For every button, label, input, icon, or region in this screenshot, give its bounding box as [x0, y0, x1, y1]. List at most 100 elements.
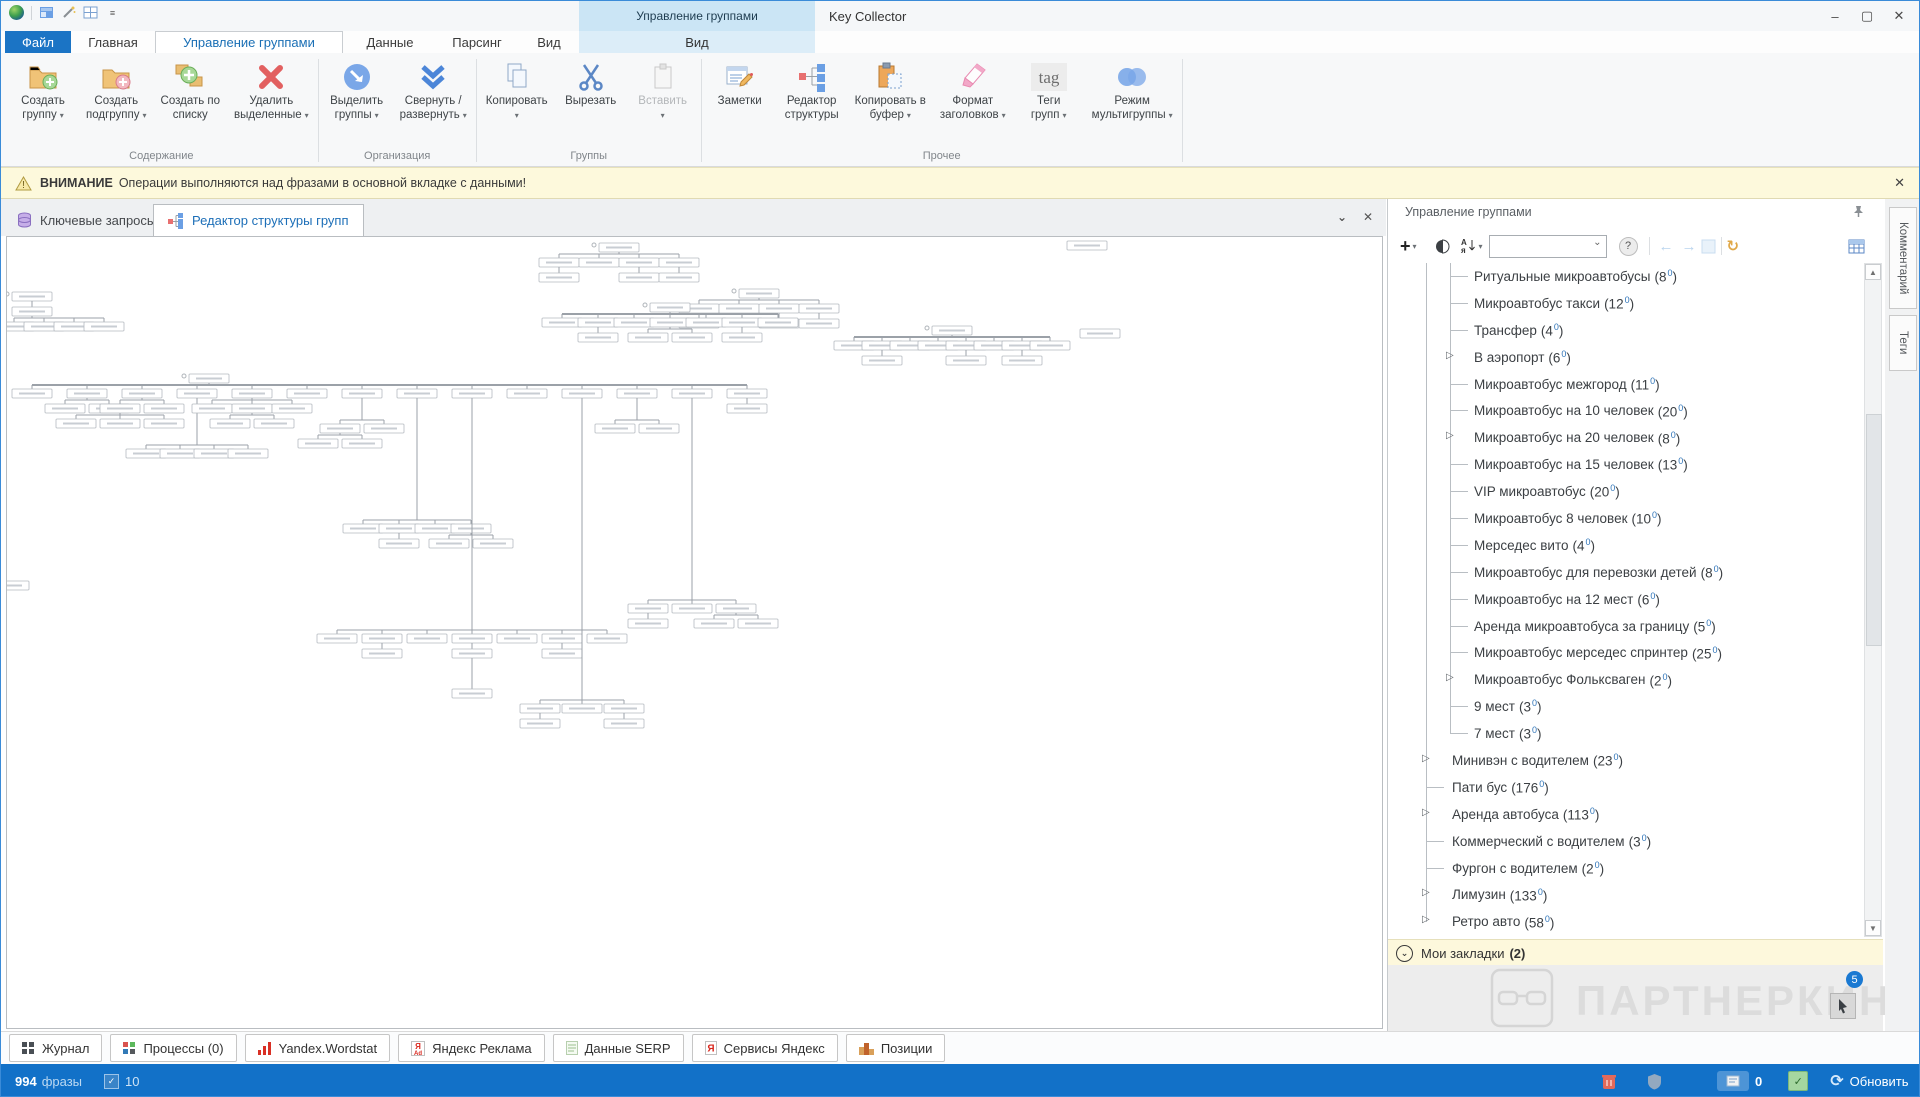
tab-view[interactable]: Вид	[523, 31, 575, 53]
layout-icon[interactable]	[39, 5, 54, 20]
pin-icon[interactable]	[1852, 205, 1865, 218]
group-tree-item[interactable]: Микроавтобус на 10 человек(200)	[1388, 397, 1864, 424]
group-tree-item[interactable]: Микроавтобус 8 человек(100)	[1388, 505, 1864, 532]
group-tree-item[interactable]: ▷Минивэн с водителем(230)	[1388, 747, 1864, 774]
group-tree-item[interactable]: Микроавтобус на 12 мест(60)	[1388, 586, 1864, 613]
structure-canvas[interactable]	[6, 236, 1383, 1029]
toggle-view-icon[interactable]	[1435, 239, 1450, 254]
wordstat-button[interactable]: Yandex.Wordstat	[245, 1034, 391, 1062]
group-tree-item[interactable]: 7 мест(30)	[1388, 720, 1864, 747]
journal-button[interactable]: Журнал	[9, 1034, 102, 1062]
doc-tab-keywords[interactable]: Ключевые запросы	[3, 204, 170, 236]
copy-to-clipboard-button[interactable]: Копировать в буфер	[848, 53, 933, 149]
doc-tab-structure-editor[interactable]: Редактор структуры групп	[153, 204, 364, 236]
structure-editor-button[interactable]: Редактор структуры	[776, 53, 848, 149]
maximize-button[interactable]: ▢	[1853, 4, 1881, 28]
split-table-icon[interactable]	[83, 5, 98, 20]
table-view-icon[interactable]	[1848, 239, 1865, 254]
group-count: (80)	[1658, 430, 1681, 447]
status-ok-checkbox[interactable]: ✓	[1788, 1071, 1808, 1091]
refresh-groups-icon[interactable]: ↻	[1727, 237, 1740, 255]
help-icon[interactable]: ?	[1619, 237, 1638, 256]
group-tree-item[interactable]: VIP микроавтобус(200)	[1388, 478, 1864, 505]
group-tree-item[interactable]: ▷Аренда автобуса(1130)	[1388, 801, 1864, 828]
expand-triangle-icon[interactable]: ▷	[1422, 807, 1430, 818]
group-tree-item[interactable]: Аренда микроавтобуса за границу(50)	[1388, 613, 1864, 640]
scroll-up-icon[interactable]: ▲	[1865, 264, 1881, 280]
side-tab-tags[interactable]: Теги	[1889, 315, 1917, 371]
group-tree-item[interactable]: Микроавтобус мерседес спринтер(250)	[1388, 639, 1864, 666]
tab-group-management[interactable]: Управление группами	[155, 31, 343, 53]
positions-button[interactable]: Позиции	[846, 1034, 946, 1062]
group-tree-item[interactable]: Микроавтобус на 15 человек(130)	[1388, 451, 1864, 478]
group-filter-combobox[interactable]	[1489, 235, 1607, 258]
shield-icon[interactable]	[1647, 1073, 1662, 1090]
cut-button[interactable]: Вырезать	[555, 53, 627, 149]
group-tree-item[interactable]: Фургон с водителем(20)	[1388, 855, 1864, 882]
minimize-button[interactable]: –	[1821, 4, 1849, 28]
cursor-button[interactable]	[1830, 993, 1856, 1019]
multigroup-mode-button[interactable]: Режим мультигруппы	[1085, 53, 1180, 149]
expand-triangle-icon[interactable]: ▷	[1446, 672, 1454, 683]
copy-button[interactable]: Копировать	[479, 53, 555, 149]
expand-triangle-icon[interactable]: ▷	[1422, 914, 1430, 925]
expand-triangle-icon[interactable]: ▷	[1446, 430, 1454, 441]
group-tree-item[interactable]: Мерседес вито(40)	[1388, 532, 1864, 559]
panel-scrollbar[interactable]: ▲ ▼	[1864, 263, 1882, 937]
group-tree-item[interactable]: Трансфер(40)	[1388, 317, 1864, 344]
group-tree-item[interactable]: Микроавтобус такси(120)	[1388, 290, 1864, 317]
tab-list-chevron-icon[interactable]: ⌄	[1337, 210, 1347, 224]
yandex-ads-button[interactable]: ЯAd Яндекс Реклама	[398, 1034, 544, 1062]
refresh-label[interactable]: Обновить	[1850, 1074, 1909, 1089]
notes-button[interactable]: Заметки	[704, 53, 776, 149]
group-tags-button[interactable]: tag Теги групп	[1013, 53, 1085, 149]
create-group-button[interactable]: Создать группу	[7, 53, 79, 149]
group-tree-item[interactable]: Микроавтобус межгород(110)	[1388, 371, 1864, 398]
group-tree-item[interactable]: ▷В аэропорт(60)	[1388, 344, 1864, 371]
header-format-button[interactable]: Формат заголовков	[933, 53, 1013, 149]
tab-file[interactable]: Файл	[5, 31, 71, 53]
group-tree-item[interactable]: Пати бус(1760)	[1388, 774, 1864, 801]
close-button[interactable]: ✕	[1885, 4, 1913, 28]
doc-tab-close-icon[interactable]: ✕	[1363, 210, 1373, 224]
yandex-services-button[interactable]: Я Сервисы Яндекс	[692, 1034, 838, 1062]
group-tree-item[interactable]: ▷Ретро авто(580)	[1388, 908, 1864, 935]
expand-triangle-icon[interactable]: ▷	[1422, 753, 1430, 764]
group-tree-item[interactable]: 9 мест(30)	[1388, 693, 1864, 720]
create-by-list-button[interactable]: Создать по списку	[154, 53, 228, 149]
processes-button[interactable]: Процессы (0)	[110, 1034, 236, 1062]
scrollbar-thumb[interactable]	[1866, 414, 1882, 646]
add-group-dropdown[interactable]	[1413, 242, 1417, 251]
customize-quick-access-icon[interactable]: ≡	[105, 5, 120, 20]
group-tree-item[interactable]: Микроавтобус для перевозки детей(80)	[1388, 559, 1864, 586]
wand-icon[interactable]	[61, 5, 76, 20]
trash-icon[interactable]	[1601, 1073, 1617, 1090]
serp-data-button[interactable]: Данные SERP	[553, 1034, 684, 1062]
group-tree-item[interactable]: ▷Лимузин(1330)	[1388, 881, 1864, 908]
refresh-icon[interactable]: ⟳	[1830, 1071, 1843, 1091]
tab-parsing[interactable]: Парсинг	[437, 31, 517, 53]
group-tree-item[interactable]: Коммерческий с водителем(30)	[1388, 828, 1864, 855]
expand-triangle-icon[interactable]: ▷	[1422, 887, 1430, 898]
delete-selected-button[interactable]: Удалить выделенные	[227, 53, 316, 149]
contextual-tab-view[interactable]: Вид	[579, 31, 815, 53]
sort-icon[interactable]: Ая	[1460, 238, 1477, 254]
group-tree-item[interactable]: ▷Микроавтобус на 20 человек(80)	[1388, 424, 1864, 451]
side-tab-comment[interactable]: Комментарий	[1889, 207, 1917, 309]
sort-dropdown[interactable]	[1479, 242, 1483, 251]
svg-text:tag: tag	[1038, 68, 1059, 87]
tab-home[interactable]: Главная	[77, 31, 149, 53]
group-tree-item[interactable]: Ритуальные микроавтобусы(80)	[1388, 263, 1864, 290]
create-subgroup-button[interactable]: Создать подгруппу	[79, 53, 154, 149]
svg-text:Я: Я	[707, 1044, 714, 1055]
group-tree-item[interactable]: ▷Микроавтобус Фольксваген(20)	[1388, 666, 1864, 693]
selection-checkbox[interactable]: ✓	[104, 1074, 119, 1089]
tab-data[interactable]: Данные	[349, 31, 431, 53]
bookmarks-bar[interactable]: ⌄ Мои закладки (2)	[1388, 939, 1883, 966]
select-groups-button[interactable]: Выделить группы	[321, 53, 393, 149]
collapse-expand-button[interactable]: Свернуть / развернуть	[393, 53, 474, 149]
scroll-down-icon[interactable]: ▼	[1865, 920, 1881, 936]
warning-close-icon[interactable]: ✕	[1894, 175, 1905, 191]
add-group-button[interactable]: +	[1400, 236, 1411, 257]
expand-triangle-icon[interactable]: ▷	[1446, 350, 1454, 361]
